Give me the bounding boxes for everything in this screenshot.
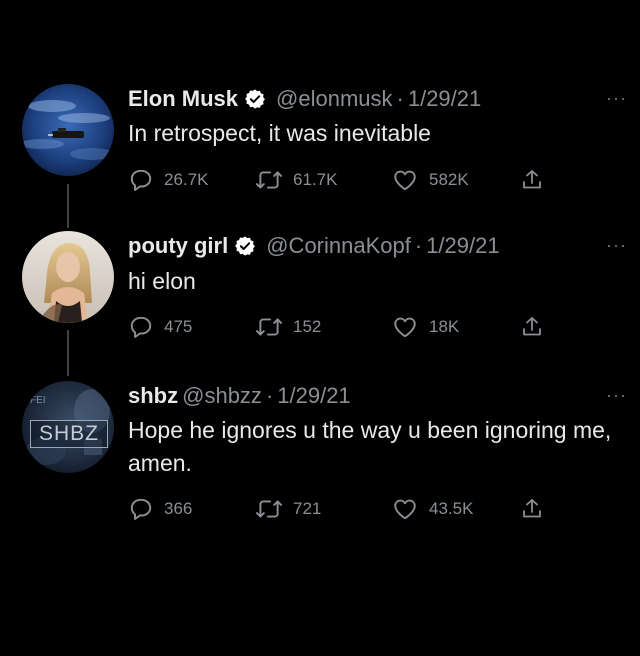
svg-text:FEI: FEI [30,395,46,406]
display-name[interactable]: shbz [128,383,178,409]
retweet-icon [255,500,283,518]
retweet-button[interactable]: 721 [255,496,321,522]
share-button[interactable] [520,496,554,522]
like-count: 43.5K [429,499,474,518]
tweet-actions: 366 721 43.5K [128,496,568,522]
tweet-text: Hope he ignores u the way u been ignorin… [128,417,612,476]
handle[interactable]: @shbzz [182,383,262,409]
more-options-button[interactable]: ··· [606,385,627,406]
like-button[interactable]: 43.5K [391,496,473,522]
share-icon [523,499,541,518]
tweet-header: shbz @shbzz · 1/29/21 [128,383,351,409]
reply-count: 366 [164,499,193,518]
reply-icon [130,498,152,520]
timestamp[interactable]: 1/29/21 [277,383,350,409]
avatar-text-label: SHBZ [30,420,108,448]
retweet-count: 721 [293,499,322,518]
like-icon [394,499,416,520]
tweet-shbzz[interactable]: FEI SHBZ shbz @shbzz · 1/29/21 ··· Hope … [0,0,640,560]
separator: · [265,383,274,408]
reply-button[interactable]: 366 [128,496,192,522]
